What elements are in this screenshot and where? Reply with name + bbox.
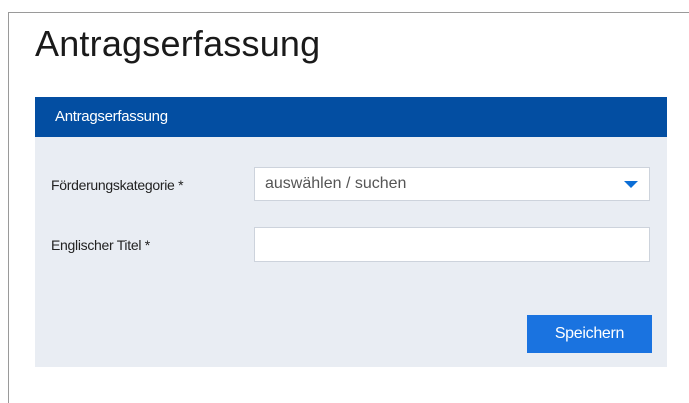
category-label: Förderungskategorie * — [51, 177, 184, 193]
english-title-input[interactable] — [254, 227, 650, 262]
english-title-label: Englischer Titel * — [51, 237, 150, 253]
application-form-panel: Antragserfassung Förderungskategorie * a… — [35, 97, 667, 367]
category-select[interactable]: auswählen / suchen — [254, 167, 650, 201]
save-button[interactable]: Speichern — [527, 315, 652, 353]
category-select-value: auswählen / suchen — [265, 175, 407, 192]
page-title: Antragserfassung — [35, 23, 321, 64]
chevron-down-icon[interactable] — [624, 181, 638, 188]
frame-border-top — [8, 12, 689, 13]
frame-border-left — [8, 12, 9, 403]
panel-header: Antragserfassung — [35, 97, 667, 137]
